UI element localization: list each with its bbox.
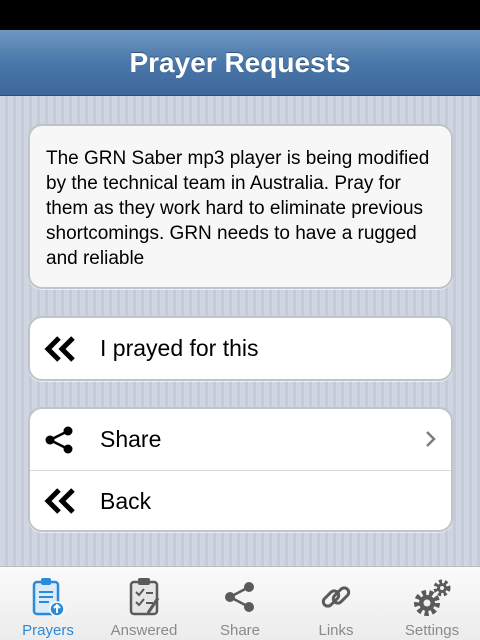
tab-prayers-label: Prayers <box>22 622 74 639</box>
tab-bar: Prayers Answered Share Links Settings <box>0 566 480 640</box>
back-label: Back <box>100 487 152 514</box>
tab-answered[interactable]: Answered <box>96 567 192 640</box>
tab-share[interactable]: Share <box>192 567 288 640</box>
answered-checklist-icon <box>126 575 162 619</box>
tab-links-label: Links <box>318 622 354 639</box>
share-row-button[interactable]: Share <box>30 409 451 470</box>
tab-links[interactable]: Links <box>288 567 384 640</box>
page-title: Prayer Requests <box>129 46 351 78</box>
tab-settings-label: Settings <box>404 622 460 639</box>
double-chevron-left-icon <box>44 486 80 516</box>
prayer-request-text: The GRN Saber mp3 player is being modifi… <box>46 148 430 269</box>
i-prayed-label: I prayed for this <box>100 335 259 361</box>
chevron-right-icon <box>425 429 437 454</box>
double-chevron-left-icon <box>44 334 80 364</box>
actions-group: Share Back <box>28 407 453 532</box>
navigation-bar: Prayer Requests <box>0 30 480 96</box>
link-icon <box>318 575 354 619</box>
share-icon <box>44 425 80 455</box>
tab-answered-label: Answered <box>110 622 178 639</box>
status-bar <box>0 0 480 30</box>
share-label: Share <box>100 426 162 452</box>
gear-icon <box>412 575 452 619</box>
tab-share-label: Share <box>219 622 261 639</box>
share-icon <box>222 575 258 619</box>
prayers-clipboard-icon <box>30 575 66 619</box>
tab-prayers[interactable]: Prayers <box>0 567 96 640</box>
i-prayed-button[interactable]: I prayed for this <box>28 316 453 381</box>
prayer-request-card[interactable]: The GRN Saber mp3 player is being modifi… <box>28 124 453 289</box>
tab-settings[interactable]: Settings <box>384 567 480 640</box>
back-row-button[interactable]: Back <box>30 470 451 531</box>
